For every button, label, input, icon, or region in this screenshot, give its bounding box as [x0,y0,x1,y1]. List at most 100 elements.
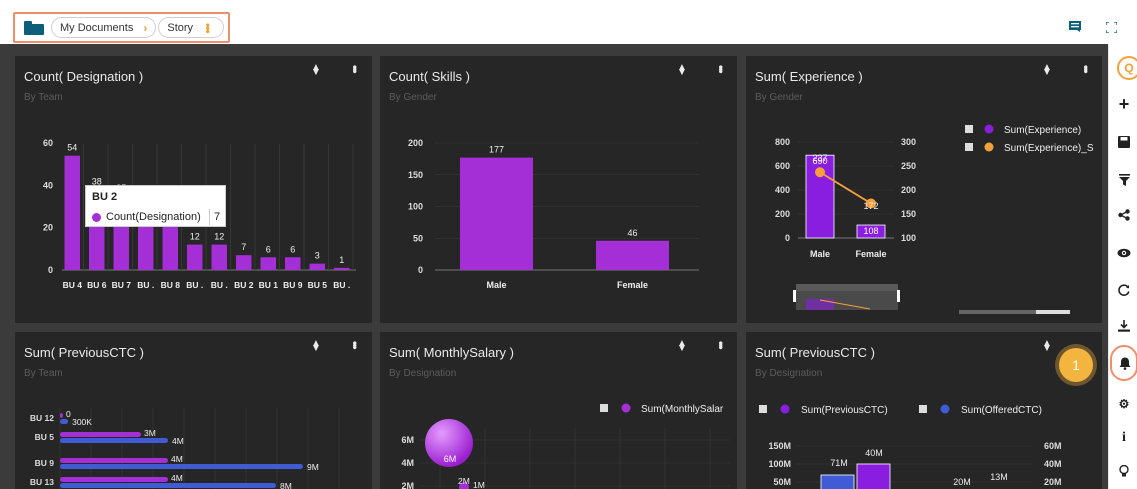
gear-icon[interactable]: ⚙ [1115,395,1133,413]
x-tick-label: Male [810,249,830,259]
breadcrumb-current-label: Story [167,21,194,34]
refresh-icon[interactable] [1115,281,1133,299]
data-label: 46 [627,228,637,238]
comment-icon[interactable] [1069,21,1081,32]
chart-sum-experience: 0200400600800100150200250300690Male108Fe… [775,124,1094,314]
tooltip-value: 7 [214,211,221,223]
y-tick-label: 0 [48,265,53,275]
y-tick-label: 4M [401,458,414,468]
y-tick-label-right: 60M [1044,441,1062,451]
y-tick-label-left: 100M [768,459,791,469]
bar [596,240,669,270]
data-label: 6 [266,244,271,254]
bar-series-1 [60,413,63,418]
plus-icon[interactable]: + [1115,94,1133,114]
bar-series-2 [60,419,69,424]
data-label: 4M [171,454,183,464]
panel-sum-previousctc-team[interactable]: Sum( PreviousCTC ) By Team ▲ ▼ ••• BU 12 0… [15,332,372,489]
panel-count-skills[interactable]: Count( Skills ) By Gender ▲ ▼ ••• 0 50 100 1… [380,56,737,323]
bar [460,157,533,270]
legend-swatch [780,404,790,414]
x-tick-label: BU 4 [63,280,83,290]
kebab-icon[interactable]: ••• [201,23,215,33]
data-label: 177 [489,145,504,155]
navigator-handle-left [793,290,796,302]
y-tick-label: BU 12 [30,413,54,423]
data-label: 0 [66,409,71,419]
data-label: 40M [865,448,883,458]
bar-series-2 [60,438,168,443]
bar-series-1 [60,458,168,463]
y-tick-label-left: 0 [785,233,790,243]
legend-swatch [984,124,994,134]
y-tick-label: BU 9 [35,458,55,468]
bar [64,155,80,270]
breadcrumb-current[interactable]: Story ••• [158,17,225,38]
legend-label: Sum(Experience) [1004,125,1081,136]
x-tick-label: BU 8 [161,280,181,290]
y-tick-label: 6M [401,435,414,445]
tooltip-header: BU 2 [92,191,118,203]
x-tick-label: BU 7 [112,280,132,290]
step-badge: 1 [1059,348,1093,382]
notifications-button[interactable] [1110,345,1137,381]
legend-checkbox [600,404,608,412]
y-tick-label-left: 50M [773,477,791,487]
eye-icon[interactable] [1115,244,1133,262]
tooltip-series: Count(Designation) [106,211,201,223]
data-label: 9M [307,462,319,472]
top-bar: My Documents › Story ••• [0,0,1137,44]
bar [260,257,276,270]
data-label: 3 [315,251,320,261]
data-label: 12 [214,232,224,242]
chart-tooltip: BU 2 Count(Designation) 7 [85,185,226,227]
panel-sum-experience[interactable]: Sum( Experience ) By Gender ▲ ▼ ••• 0 200 4… [746,56,1102,323]
breadcrumb-root[interactable]: My Documents › [51,17,157,38]
folder-icon[interactable] [24,20,44,35]
step-badge-number: 1 [1072,357,1080,373]
legend-checkbox [919,405,927,413]
bar-series-1 [60,432,141,437]
chevron-right-icon: › [143,20,148,35]
right-toolbar: Q + ⚙ i [1108,44,1137,489]
chart-sum-previousctc-team: BU 12 0300K BU 5 3M 4M BU 9 4M 9M BU 13 4M 8M [30,408,340,489]
bar [187,244,203,270]
filter-icon[interactable] [1115,171,1133,189]
data-label: 54 [67,143,77,153]
data-label: 6M [444,454,457,464]
y-tick-label: 50 [413,233,423,243]
export-icon[interactable] [1115,317,1133,335]
share-icon[interactable] [1115,206,1133,224]
data-label: 1M [473,480,485,489]
y-tick-label-right: 40M [1044,459,1062,469]
panel-sum-monthlysalary[interactable]: Sum( MonthlySalary ) By Designation ▲ ▼ •… [380,332,737,489]
bar-series-2 [60,464,303,469]
y-tick-label-left: 150M [768,441,791,451]
bulb-icon[interactable] [1115,462,1133,480]
bar [285,257,301,270]
bar [856,463,891,489]
fullscreen-icon[interactable] [1106,22,1117,33]
bar [334,267,350,270]
bar [309,263,325,270]
x-tick-label: BU . [333,280,350,290]
y-tick-label-right: 250 [901,161,916,171]
data-label: 71M [830,458,848,468]
x-tick-label: BU 6 [87,280,107,290]
y-tick-label: BU 5 [35,432,55,442]
legend-checkbox [965,143,973,151]
y-tick-label: 40 [43,180,53,190]
info-icon[interactable]: i [1115,429,1133,447]
legend-label: Sum(PreviousCTC) [801,405,888,416]
legend-swatch [621,403,631,413]
bar [820,474,855,489]
search-icon[interactable]: Q [1117,56,1137,80]
legend-swatch [940,404,950,414]
y-tick-label: 100 [408,202,423,212]
y-tick-label: 60 [43,138,53,148]
save-icon[interactable] [1115,133,1133,151]
panel-sum-previousctc-designation[interactable]: Sum( PreviousCTC ) By Designation ▲ ▼ Sum… [746,332,1102,489]
legend-label: Sum(MonthlySalar [641,404,724,415]
x-tick-label: BU 1 [259,280,279,290]
chart-count-skills: 0 50 100 150 200 177 Male 46 Female [408,138,699,290]
